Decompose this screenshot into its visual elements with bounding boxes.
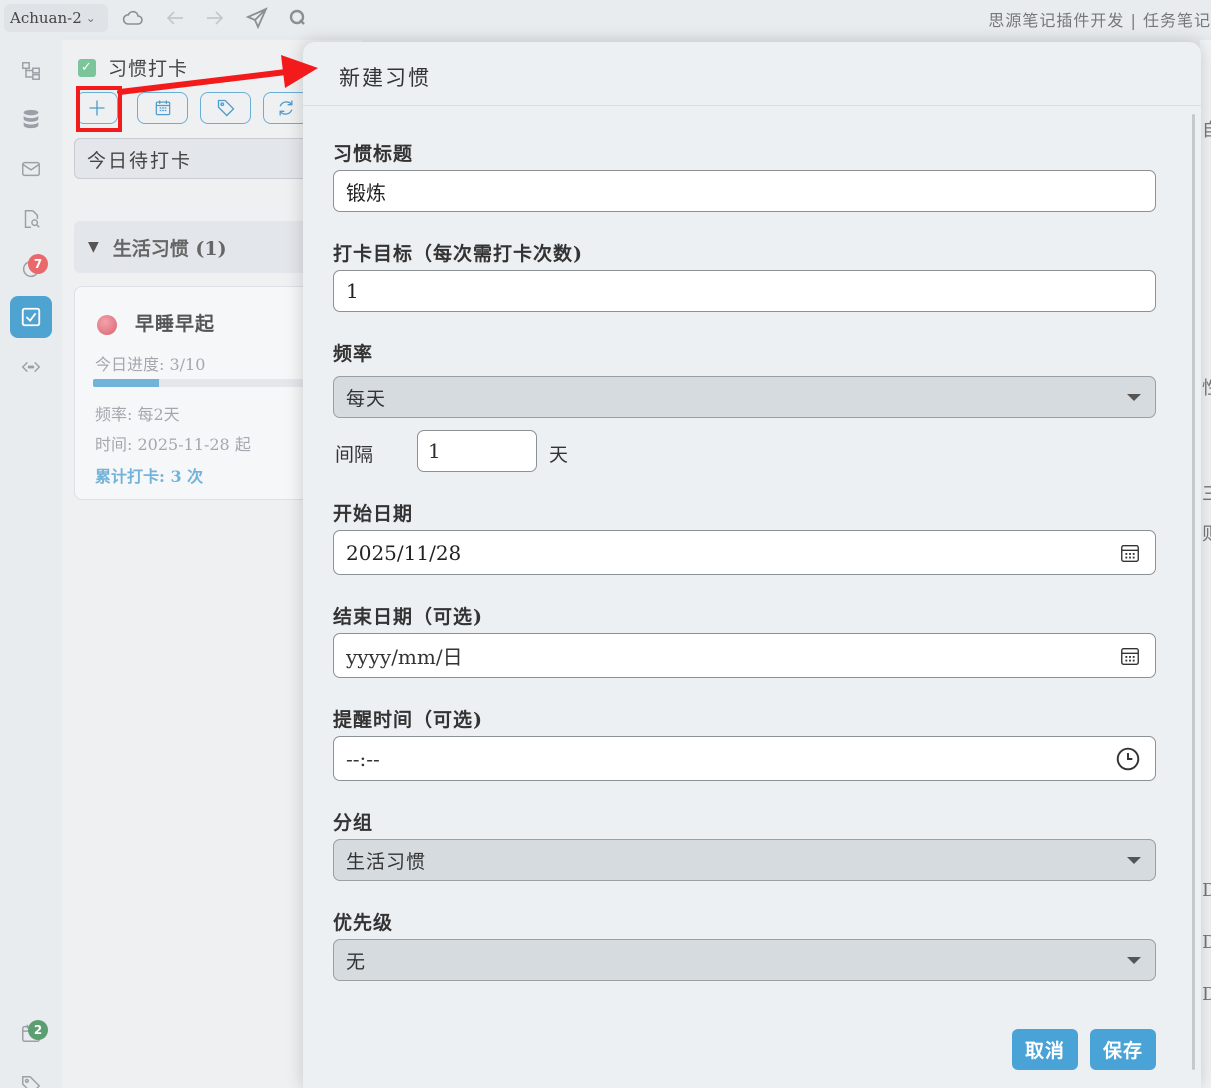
priority-value: 无	[346, 950, 367, 973]
outline-icon[interactable]	[16, 56, 46, 86]
end-date-value: yyyy/mm/日	[346, 645, 463, 669]
mail-icon[interactable]	[16, 154, 46, 184]
workspace-switcher[interactable]: Achuan-2 ⌄	[4, 4, 108, 32]
chevron-down-icon: ⌄	[85, 11, 96, 25]
habit-total-count: 累计打卡: 3 次	[95, 467, 204, 486]
background-text: D	[1202, 932, 1211, 953]
database-icon[interactable]	[16, 104, 46, 134]
search-doc-icon[interactable]	[16, 204, 46, 234]
panel-header: ✓ 习惯打卡	[78, 54, 188, 81]
end-date-label: 结束日期（可选)	[333, 606, 483, 628]
tag-icon	[217, 99, 234, 117]
group-label: 生活习惯 (1)	[112, 237, 227, 260]
habit-filter-select[interactable]: 今日待打卡	[74, 138, 334, 179]
background-text: 性	[1202, 374, 1211, 400]
end-date-input[interactable]: yyyy/mm/日	[333, 633, 1156, 678]
habit-color-dot	[97, 315, 117, 335]
group-header[interactable]: ▼ 生活习惯 (1)	[74, 221, 334, 273]
cloud-icon[interactable]	[121, 6, 145, 30]
priority-select[interactable]: 无	[333, 939, 1156, 981]
reminder-label: 提醒时间（可选)	[333, 709, 483, 731]
refresh-icon	[279, 100, 293, 116]
habit-checkin-icon[interactable]	[10, 296, 52, 338]
habit-card[interactable]: 早睡早起 今日进度: 3/10 频率: 每2天 时间: 2025-11-28 起…	[74, 286, 334, 500]
habit-name: 早睡早起	[135, 313, 216, 335]
window-title: 思源笔记插件开发 | 任务笔记	[988, 11, 1211, 30]
background-text: 则	[1202, 520, 1211, 546]
save-button[interactable]: 保存	[1090, 1029, 1156, 1070]
habit-progress-text: 今日进度: 3/10	[95, 355, 206, 374]
habit-frequency: 频率: 每2天	[95, 405, 180, 424]
reminder-time-value: --:--	[346, 746, 380, 771]
interval-unit: 天	[549, 444, 569, 466]
background-text: 三	[1202, 480, 1211, 506]
caret-down-icon	[1127, 394, 1141, 401]
target-label: 打卡目标（每次需打卡次数)	[333, 243, 583, 265]
annotation-highlight-box	[76, 86, 122, 132]
calendar-picker-icon[interactable]	[1119, 542, 1141, 564]
interval-input[interactable]: 1	[417, 430, 537, 472]
tag-icon[interactable]	[16, 1070, 46, 1088]
start-date-label: 开始日期	[333, 503, 414, 525]
frequency-select[interactable]: 每天	[333, 376, 1156, 418]
panel-title: 习惯打卡	[108, 58, 189, 80]
left-dock: 7 2	[0, 36, 62, 1088]
start-date-input[interactable]: 2025/11/28	[333, 530, 1156, 575]
plugin-q-icon[interactable]	[286, 6, 310, 30]
start-date-value: 2025/11/28	[346, 540, 462, 565]
caret-down-icon	[1127, 857, 1141, 864]
notification-badge: 7	[28, 254, 48, 274]
background-text: D	[1202, 880, 1211, 901]
habit-title-input[interactable]: 锻炼	[333, 170, 1156, 212]
background-document: 自 性 三 则 D D D	[1200, 40, 1211, 1088]
workspace-name: Achuan-2	[10, 9, 82, 27]
reminder-time-input[interactable]: --:--	[333, 736, 1156, 781]
tags-button[interactable]	[200, 92, 251, 124]
clock-icon[interactable]	[1115, 746, 1141, 772]
background-text: D	[1202, 984, 1211, 1005]
calendar-icon	[155, 100, 170, 116]
calendar-picker-icon[interactable]	[1119, 645, 1141, 667]
code-icon[interactable]	[16, 352, 46, 382]
checkbox-icon: ✓	[78, 58, 96, 77]
top-bar: Achuan-2 ⌄ 思源笔记插件开发 | 任务笔记	[0, 0, 1211, 36]
priority-label: 优先级	[333, 912, 394, 934]
dialog-header: 新建习惯	[303, 42, 1201, 106]
cancel-button[interactable]: 取消	[1012, 1029, 1078, 1070]
dialog-title: 新建习惯	[339, 66, 431, 90]
habit-title-label: 习惯标题	[333, 143, 414, 165]
new-habit-dialog: 新建习惯 习惯标题 锻炼 打卡目标（每次需打卡次数) 1 频率 每天 间隔 1 …	[303, 42, 1201, 1088]
forward-arrow-icon[interactable]	[203, 6, 227, 30]
frequency-value: 每天	[346, 387, 387, 410]
group-select[interactable]: 生活习惯	[333, 839, 1156, 881]
habit-progress-fill	[93, 379, 159, 387]
interval-label: 间隔	[335, 444, 374, 466]
group-label: 分组	[333, 812, 374, 834]
frequency-label: 频率	[333, 343, 374, 365]
back-arrow-icon[interactable]	[163, 6, 187, 30]
background-text: 自	[1202, 116, 1211, 142]
habit-progress-bar	[93, 379, 313, 387]
group-value: 生活习惯	[346, 850, 427, 873]
dialog-scrollbar[interactable]	[1192, 114, 1195, 1070]
collapse-triangle-icon: ▼	[88, 239, 99, 255]
calendar-button[interactable]	[137, 92, 188, 124]
notification-badge: 2	[28, 1020, 48, 1040]
habit-start-time: 时间: 2025-11-28 起	[95, 435, 251, 454]
send-icon[interactable]	[245, 6, 269, 30]
caret-down-icon	[1127, 957, 1141, 964]
target-input[interactable]: 1	[333, 270, 1156, 312]
